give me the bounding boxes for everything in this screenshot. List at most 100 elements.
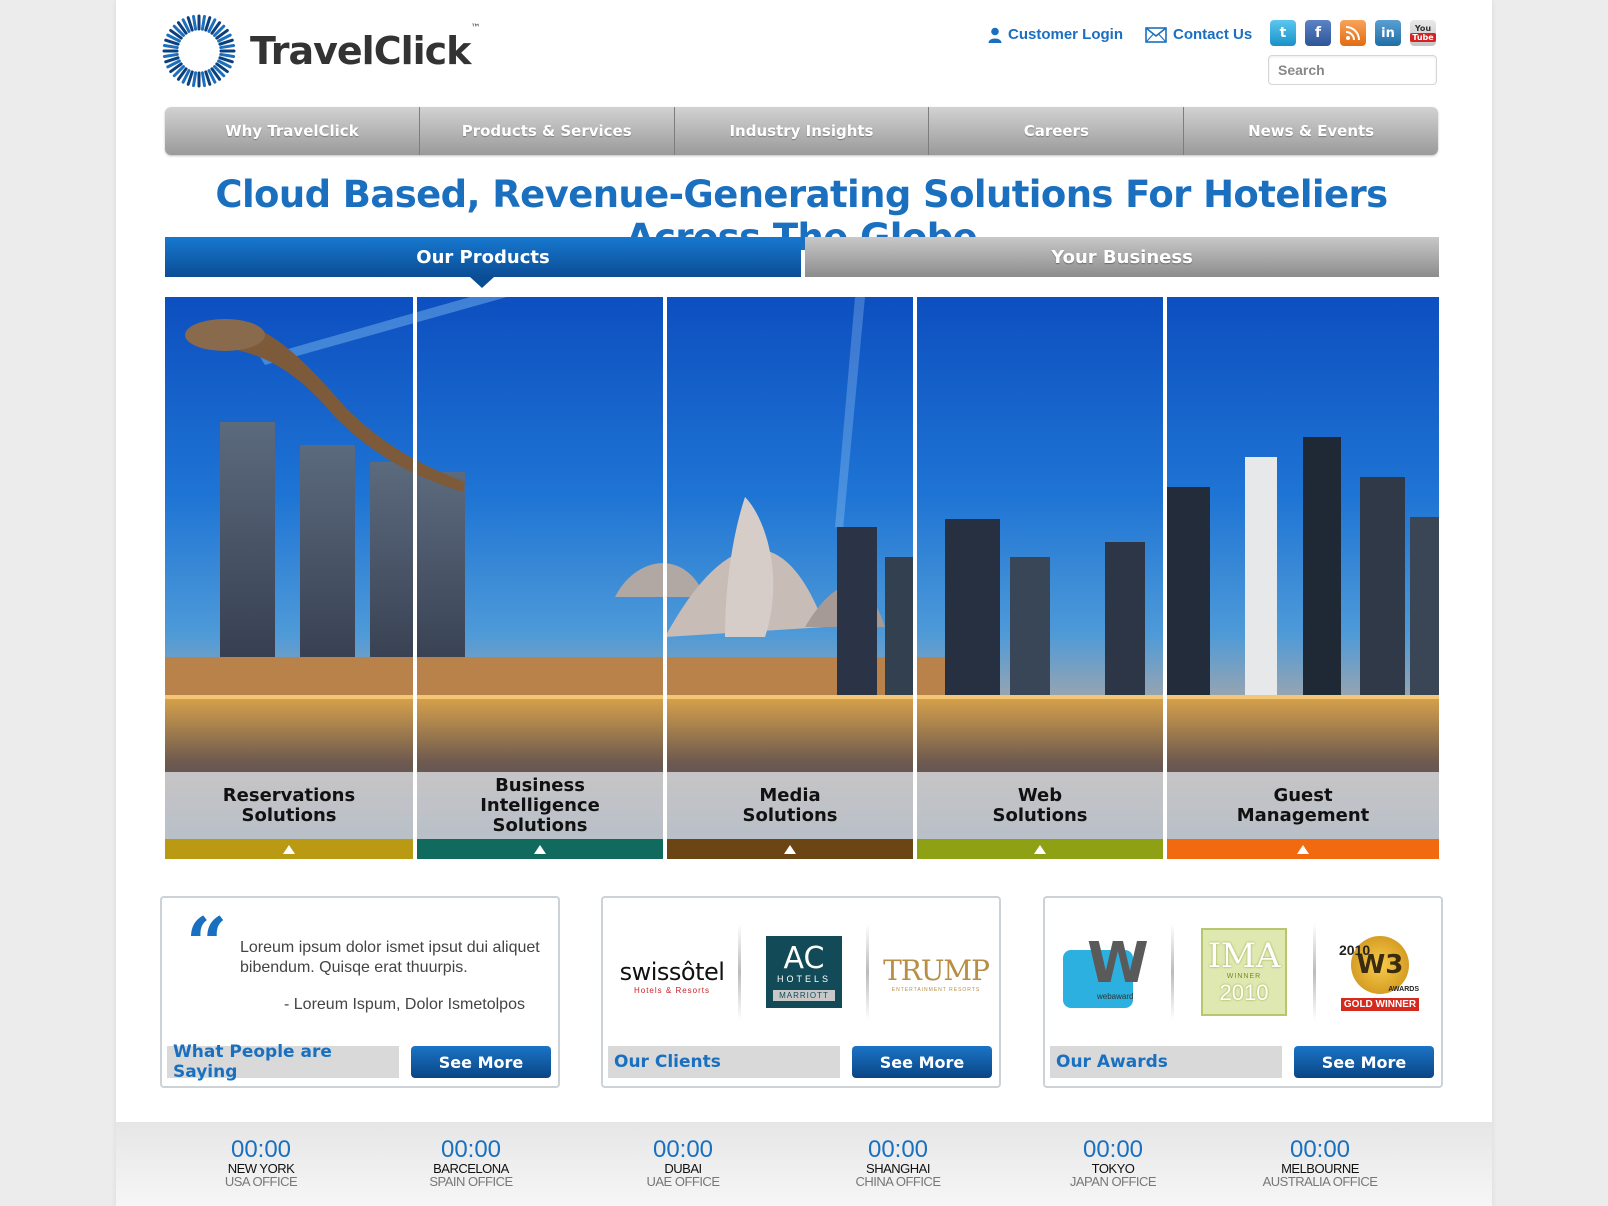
logo-divider — [866, 924, 869, 1020]
clock-time: 00:00 — [1289, 1136, 1351, 1163]
trump-logo-subtext: ENTERTAINMENT RESORTS — [891, 986, 981, 993]
logo-divider — [1313, 924, 1316, 1020]
clock-new-york: 00:00 NEW YORK USA OFFICE — [161, 1136, 361, 1189]
clock-time: 00:00 — [1082, 1136, 1144, 1163]
clock-office: UAE OFFICE — [646, 1174, 720, 1189]
clock-shanghai: 00:00 SHANGHAI CHINA OFFICE — [798, 1136, 998, 1189]
nav-why-travelclick[interactable]: Why TravelClick — [165, 107, 420, 155]
expand-arrow-icon — [283, 844, 295, 854]
expand-arrow-icon — [784, 844, 796, 854]
panel-color-bar — [917, 839, 1163, 859]
clock-time: 00:00 — [652, 1136, 714, 1163]
panel-label: Reservations Solutions — [165, 772, 413, 839]
search-input[interactable] — [1268, 55, 1437, 85]
envelope-icon — [1145, 26, 1167, 43]
clients-box: swissôtel Hotels & Resorts AC HOTELS MAR… — [601, 896, 1001, 1088]
testimonial-author: - Loreum Ispum, Dolor Ismetolpos — [284, 996, 525, 1013]
testimonial-label: What People are Saying — [167, 1042, 399, 1082]
logo-divider — [1171, 924, 1174, 1020]
panel-color-bar — [1167, 839, 1439, 859]
swissotel-logo-subtext: Hotels & Resorts — [633, 985, 711, 995]
nav-industry-insights[interactable]: Industry Insights — [675, 107, 930, 155]
swissotel-logo[interactable]: swissôtel Hotels & Resorts — [613, 946, 731, 1006]
tab-your-business[interactable]: Your Business — [805, 237, 1439, 277]
logo-text: TravelClick™ — [250, 23, 480, 73]
panel-color-bar — [667, 839, 913, 859]
ac-logo-hotels: HOTELS — [776, 973, 831, 984]
panel-media-solutions[interactable]: Media Solutions — [667, 297, 913, 859]
awards-label: Our Awards — [1050, 1046, 1282, 1078]
panel-label: Web Solutions — [917, 772, 1163, 839]
clock-dubai: 00:00 DUBAI UAE OFFICE — [583, 1136, 783, 1189]
awards-box: W webaward IMA WINNER 2010 2010 W3 AWARD… — [1043, 896, 1443, 1088]
linkedin-icon[interactable]: in — [1375, 20, 1401, 46]
clock-office: SPAIN OFFICE — [429, 1174, 513, 1189]
customer-login-label: Customer Login — [1008, 26, 1123, 43]
awards-see-more-button[interactable]: See More — [1294, 1046, 1434, 1078]
ima-logo-year: 2010 — [1219, 979, 1269, 1005]
clock-barcelona: 00:00 BARCELONA SPAIN OFFICE — [371, 1136, 571, 1189]
panel-business-intelligence[interactable]: Business Intelligence Solutions — [417, 297, 663, 859]
contact-us-link[interactable]: Contact Us — [1145, 26, 1252, 43]
rss-icon[interactable] — [1340, 20, 1366, 46]
w3-logo-gold: GOLD WINNER — [1340, 997, 1420, 1011]
swissotel-logo-text: swissôtel — [619, 957, 725, 986]
webaward-logo[interactable]: W webaward — [1057, 936, 1151, 1016]
panel-color-bar — [417, 839, 663, 859]
twitter-icon[interactable]: t — [1270, 20, 1296, 46]
trump-logo[interactable]: TRUMP ENTERTAINMENT RESORTS — [881, 948, 991, 998]
ac-hotels-logo[interactable]: AC HOTELS MARRIOTT — [766, 936, 842, 1008]
ac-logo-main: AC — [783, 940, 825, 976]
panel-web-solutions[interactable]: Web Solutions — [917, 297, 1163, 859]
ima-logo-winner: WINNER — [1226, 972, 1262, 980]
expand-arrow-icon — [534, 844, 546, 854]
tab-our-products[interactable]: Our Products — [165, 237, 801, 277]
facebook-icon[interactable]: f — [1305, 20, 1331, 46]
w3-logo-awards: AWARDS — [1388, 986, 1419, 993]
user-icon — [988, 27, 1002, 43]
social-icons: t f in You Tube — [1270, 20, 1436, 46]
clock-office: AUSTRALIA OFFICE — [1262, 1174, 1378, 1189]
panel-guest-management[interactable]: Guest Management — [1167, 297, 1439, 859]
clock-office: JAPAN OFFICE — [1069, 1174, 1157, 1189]
panel-color-bar — [165, 839, 413, 859]
clock-time: 00:00 — [867, 1136, 929, 1163]
nav-products-services[interactable]: Products & Services — [420, 107, 675, 155]
ima-logo-main: IMA — [1207, 935, 1281, 976]
nav-careers[interactable]: Careers — [929, 107, 1185, 155]
ima-award-logo[interactable]: IMA WINNER 2010 — [1201, 928, 1287, 1016]
webaward-letter: W — [1087, 931, 1149, 996]
clock-time: 00:00 — [230, 1136, 292, 1163]
testimonial-quote: Loreum ipsum dolor ismet ipsut dui aliqu… — [240, 939, 540, 976]
testimonial-box: “ Loreum ipsum dolor ismet ipsut dui ali… — [160, 896, 560, 1088]
product-hero: Reservations Solutions Business Intellig… — [165, 297, 1439, 859]
panel-label: Guest Management — [1167, 772, 1439, 839]
top-links: Customer Login Contact Us — [988, 26, 1252, 43]
webaward-text: webaward — [1097, 992, 1134, 1001]
clock-tokyo: 00:00 TOKYO JAPAN OFFICE — [1013, 1136, 1213, 1189]
w3-award-logo[interactable]: 2010 W3 AWARDS GOLD WINNER — [1337, 928, 1423, 1018]
panel-reservations-solutions[interactable]: Reservations Solutions — [165, 297, 413, 859]
logo-burst-icon — [162, 14, 236, 88]
trump-logo-text: TRUMP — [883, 953, 990, 987]
clock-time: 00:00 — [440, 1136, 502, 1163]
expand-arrow-icon — [1034, 844, 1046, 854]
clients-label: Our Clients — [608, 1046, 840, 1078]
contact-us-label: Contact Us — [1173, 26, 1253, 43]
testimonial-see-more-button[interactable]: See More — [411, 1046, 551, 1078]
ac-logo-marriott: MARRIOTT — [773, 989, 835, 1001]
active-tab-pointer — [470, 277, 494, 288]
nav-news-events[interactable]: News & Events — [1184, 107, 1438, 155]
logo-divider — [738, 924, 741, 1020]
clock-office: USA OFFICE — [224, 1174, 298, 1189]
travelclick-logo[interactable]: TravelClick™ — [162, 14, 480, 88]
expand-arrow-icon — [1297, 844, 1309, 854]
youtube-icon[interactable]: You Tube — [1410, 20, 1436, 46]
clock-melbourne: 00:00 MELBOURNE AUSTRALIA OFFICE — [1220, 1136, 1420, 1189]
clock-office: CHINA OFFICE — [855, 1174, 941, 1189]
clients-see-more-button[interactable]: See More — [852, 1046, 992, 1078]
customer-login-link[interactable]: Customer Login — [988, 26, 1123, 43]
quote-icon: “ — [186, 901, 228, 986]
panel-label: Media Solutions — [667, 772, 913, 839]
panel-label: Business Intelligence Solutions — [417, 772, 663, 839]
